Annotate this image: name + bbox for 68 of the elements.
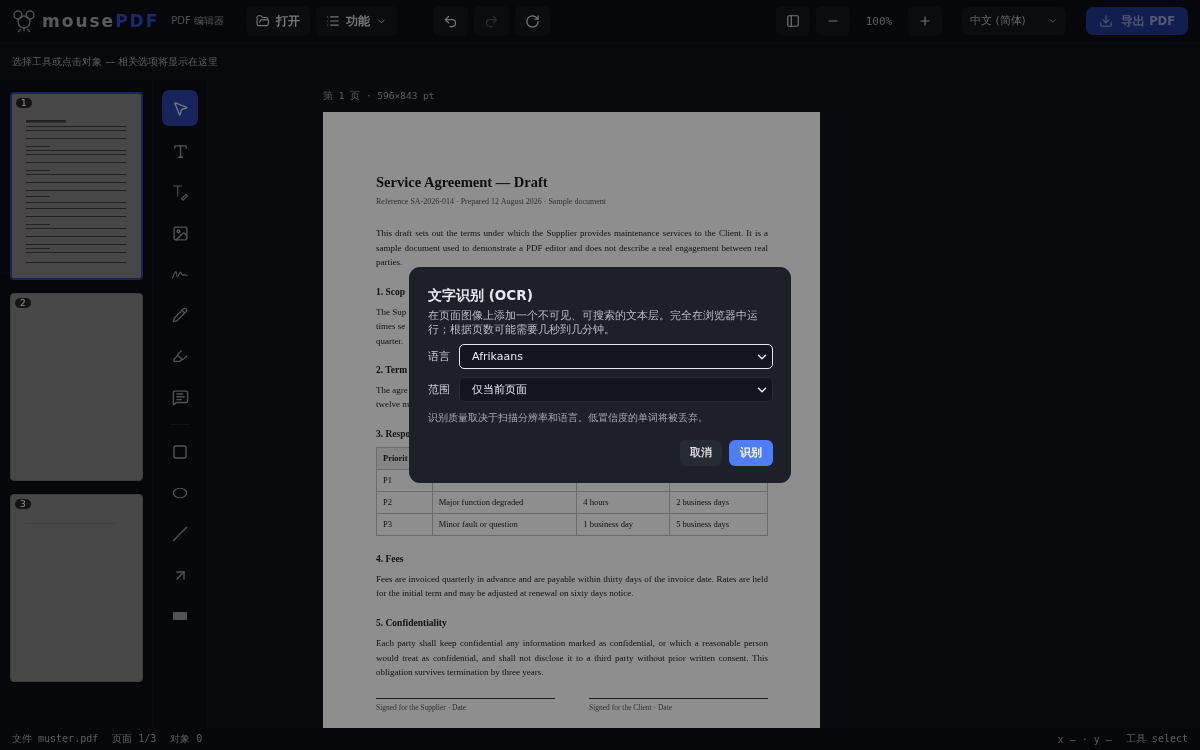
language-select[interactable]: 中文 (简体) bbox=[962, 7, 1067, 35]
zoom-level: 100% bbox=[864, 14, 894, 28]
document-subtitle: Reference SA-2026-014 · Prepared 12 August 2026 · Sample document bbox=[376, 197, 607, 206]
table-cell: 5 business days bbox=[669, 513, 768, 536]
zoom-in-button[interactable] bbox=[908, 6, 943, 36]
table-cell: Major function degraded bbox=[432, 491, 577, 514]
dialog-title: 文字识别 (OCR) bbox=[428, 287, 534, 305]
section-heading: 1. Scop bbox=[376, 287, 406, 298]
document-title: Service Agreement — Draft bbox=[376, 174, 549, 191]
status-text: 工具 select bbox=[1125, 732, 1188, 746]
table-cell: P2 bbox=[376, 491, 433, 514]
sidebar-icon bbox=[785, 14, 800, 28]
page-number-badge: 3 bbox=[15, 499, 31, 509]
options-hint: 选择工具或点击对象 — 相关选项将显示在这里 bbox=[12, 54, 219, 69]
table-cell: 4 hours bbox=[576, 491, 670, 514]
text-fragment: twelve m bbox=[376, 399, 410, 410]
status-text: 文件 muster.pdf bbox=[12, 732, 99, 746]
undo-icon bbox=[443, 13, 458, 29]
sidebar-toggle-button[interactable] bbox=[775, 6, 810, 36]
field-label: 范围 bbox=[428, 382, 450, 397]
chevron-down-icon bbox=[1048, 16, 1059, 26]
app-subtitle: PDF 编辑器 bbox=[171, 14, 224, 28]
section-heading: 4. Fees bbox=[376, 553, 404, 564]
redo-button[interactable] bbox=[474, 6, 509, 36]
page-thumbnail[interactable]: 2 bbox=[10, 293, 143, 481]
reload-icon bbox=[525, 13, 540, 29]
features-menu-button[interactable]: 功能 bbox=[316, 6, 397, 36]
table-cell: Minor fault or question bbox=[432, 513, 577, 536]
redo-icon bbox=[484, 13, 499, 29]
page-number-badge: 2 bbox=[15, 298, 31, 308]
mouse-logo-icon bbox=[12, 9, 36, 33]
paragraph: This draft sets out the terms under which the Supplier provides maintenance services to the Client. It is a sample document used to demonstrate a PDF editor and does not describe a real engagement between real parties. bbox=[376, 227, 768, 270]
status-text: x — · y — bbox=[1057, 733, 1112, 745]
folder-icon bbox=[256, 14, 270, 28]
page-info: 第 1 页 · 596×843 pt bbox=[323, 90, 435, 101]
app-logo-text: mousePDF bbox=[42, 11, 160, 31]
zoom-out-button[interactable] bbox=[815, 6, 850, 36]
select-field[interactable]: Afrikaans bbox=[459, 344, 773, 369]
status-text: 对象 0 bbox=[170, 732, 203, 746]
dialog-description: 在页面图像上添加一个不可见、可搜索的文本层。完全在浏览器中运行；根据页数可能需要几秒到几分钟。 bbox=[428, 308, 759, 336]
undo-button[interactable] bbox=[433, 6, 468, 36]
text-fragment: times se bbox=[376, 321, 406, 332]
paragraph: Fees are invoiced quarterly in advance and are payable within thirty days of the invoice date. Rates are held for the initial term and may be adjusted at renewal on sixty days notice. bbox=[376, 572, 768, 601]
page-number-badge: 1 bbox=[16, 98, 32, 108]
status-text: 页面 1/3 bbox=[112, 732, 157, 746]
text-fragment: The Sup bbox=[376, 307, 407, 318]
page-thumbnail[interactable]: 1 bbox=[10, 92, 143, 280]
page-thumbnail[interactable]: 3 bbox=[10, 494, 143, 682]
section-heading: 5. Confidentiality bbox=[376, 618, 447, 628]
section-heading: 3. Respo bbox=[376, 428, 411, 439]
list-icon bbox=[326, 14, 340, 28]
cancel-button[interactable]: 取消 bbox=[680, 440, 722, 466]
table-cell: 2 business days bbox=[669, 491, 768, 514]
plus-icon bbox=[918, 14, 933, 28]
open-button[interactable]: 打开 bbox=[246, 6, 310, 36]
table-cell: P3 bbox=[376, 513, 433, 536]
download-icon bbox=[1099, 14, 1114, 28]
field-label: 语言 bbox=[428, 349, 450, 364]
text-fragment: quarter. bbox=[376, 335, 404, 346]
table-cell: 1 business day bbox=[576, 513, 670, 536]
text-fragment: The agre bbox=[376, 385, 408, 395]
dialog-note: 识别质量取决于扫描分辨率和语言。低置信度的单词将被丢弃。 bbox=[428, 411, 709, 425]
select-field[interactable]: 仅当前页面 bbox=[459, 377, 773, 402]
pointer-icon[interactable] bbox=[162, 90, 198, 126]
section-heading: 2. Term bbox=[376, 365, 408, 375]
reload-button[interactable] bbox=[515, 6, 550, 36]
paragraph: Each party shall keep confidential any information marked as confidential, or which a reasonable person would treat as confidential, and shall not disclose it to a third party without prior written consent. This obligation survives termination by three years. bbox=[376, 637, 768, 680]
recognize-button[interactable]: 识别 bbox=[729, 440, 773, 466]
